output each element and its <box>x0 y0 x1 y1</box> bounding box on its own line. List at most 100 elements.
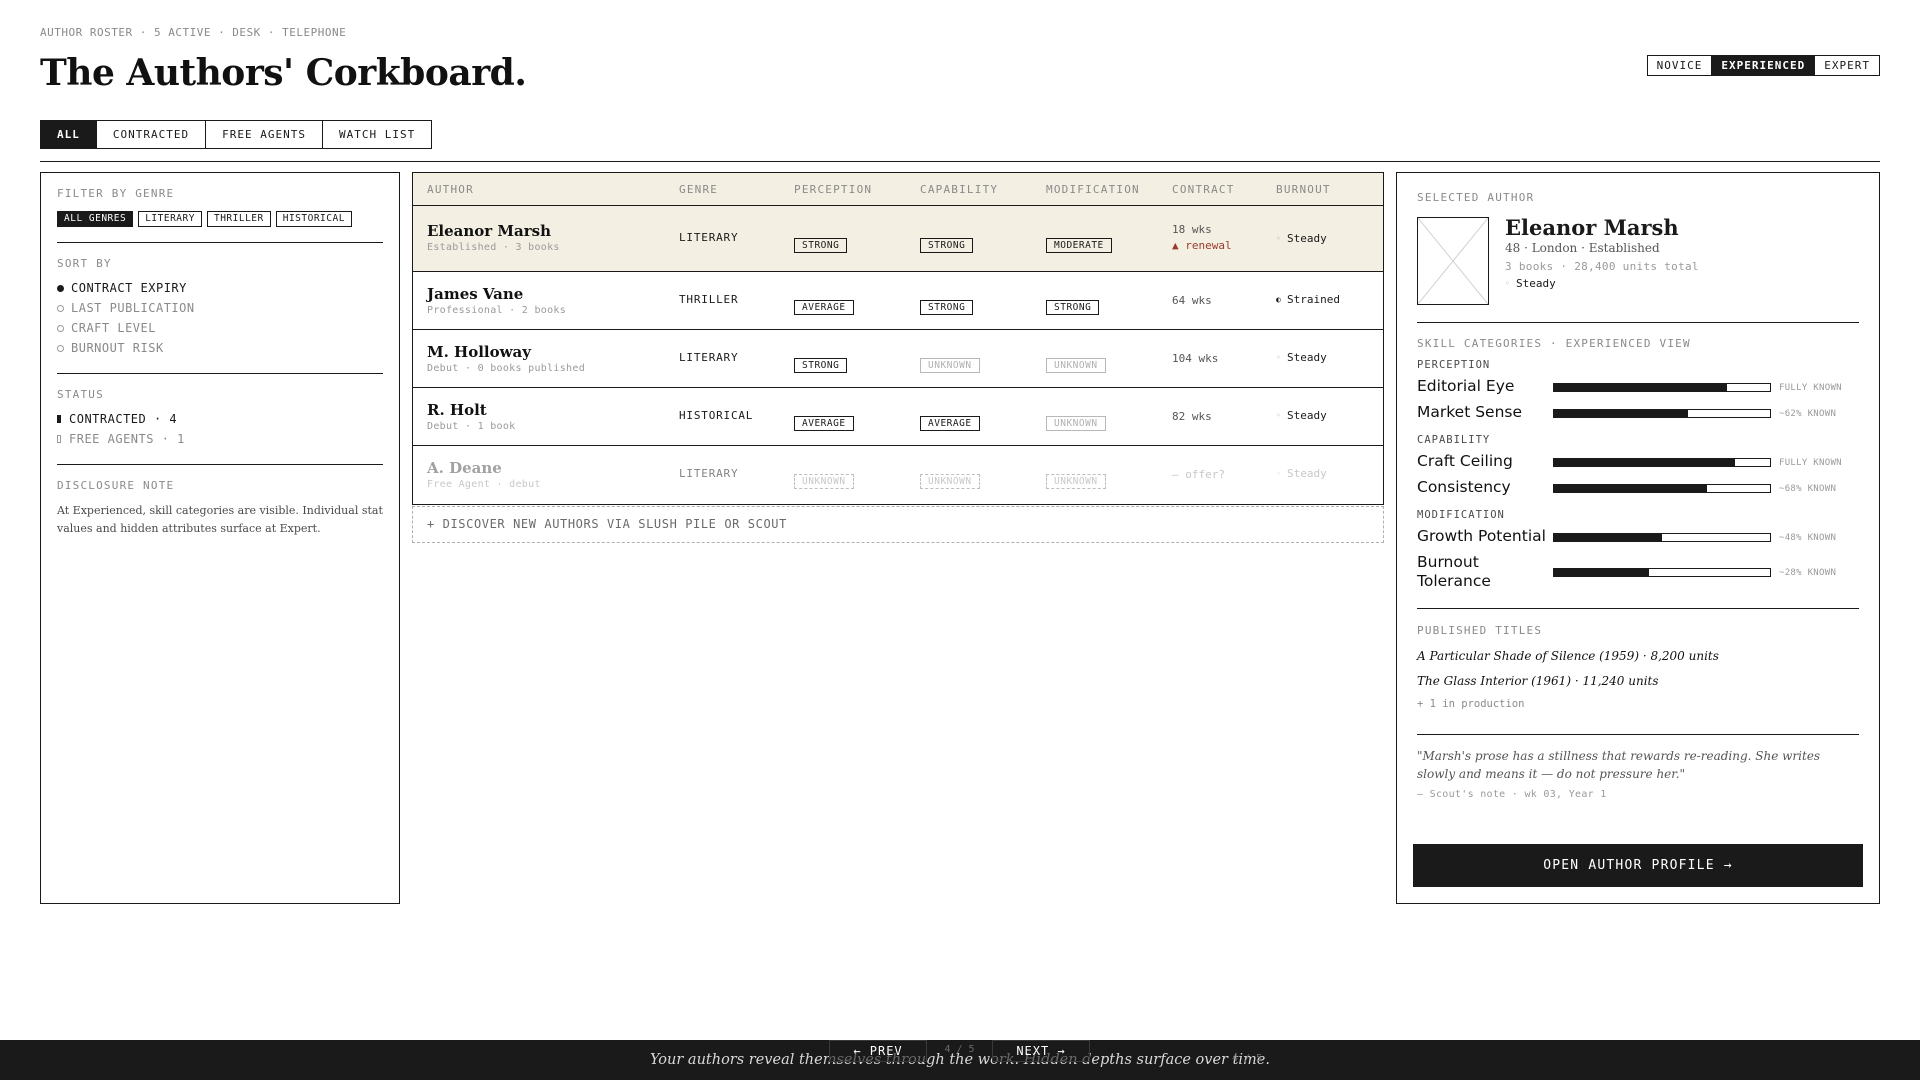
modification-badge: STRONG <box>1046 300 1100 315</box>
divider <box>1417 734 1859 735</box>
author-subtitle: Debut · 0 books published <box>427 363 586 374</box>
selected-author-label: SELECTED AUTHOR <box>1417 191 1535 204</box>
author-genre: LITERARY <box>679 231 739 244</box>
skill-bar <box>1553 458 1771 467</box>
radio-icon <box>57 344 64 352</box>
table-row[interactable]: Eleanor Marsh Established · 3 books LITE… <box>413 206 1383 272</box>
genre-chips: ALL GENRES LITERARY THRILLER HISTORICAL <box>57 211 383 227</box>
contract-offer[interactable]: — offer? <box>1172 467 1225 483</box>
steady-icon: ◦ <box>1276 410 1281 420</box>
sort-burnout-risk[interactable]: BURNOUT RISK <box>57 338 383 358</box>
genre-chip-thriller[interactable]: THRILLER <box>206 211 271 227</box>
skill-bar-fill <box>1554 534 1662 541</box>
status-free-agents[interactable]: FREE AGENTS · 1 <box>57 429 383 449</box>
table-row[interactable]: M. Holloway Debut · 0 books published LI… <box>413 330 1383 388</box>
divider <box>1417 608 1859 609</box>
capability-badge: UNKNOWN <box>920 474 980 489</box>
disclosure-note-label: DISCLOSURE NOTE <box>57 479 175 492</box>
sort-option-label: BURNOUT RISK <box>71 341 164 355</box>
author-genre: LITERARY <box>679 351 739 364</box>
tab-all[interactable]: ALL <box>41 121 97 148</box>
sort-option-label: CRAFT LEVEL <box>71 321 156 335</box>
perception-badge: AVERAGE <box>794 300 854 315</box>
radio-icon <box>57 304 64 312</box>
genre-chip-all[interactable]: ALL GENRES <box>57 211 134 227</box>
contract-weeks: 18 wks <box>1172 223 1212 236</box>
author-portrait-placeholder <box>1417 217 1489 305</box>
half-circle-icon: ◐ <box>1276 294 1281 304</box>
author-table: AUTHOR GENRE PERCEPTION CAPABILITY MODIF… <box>412 172 1384 505</box>
published-title[interactable]: The Glass Interior (1961) · 11,240 units <box>1417 674 1659 688</box>
skill-bar <box>1553 409 1771 418</box>
page-title: The Authors' Corkboard. <box>40 52 527 94</box>
modification-badge: UNKNOWN <box>1046 358 1106 373</box>
status-contracted-label: CONTRACTED · 4 <box>69 412 178 426</box>
col-contract[interactable]: CONTRACT <box>1172 173 1235 206</box>
filter-panel: FILTER BY GENRE ALL GENRES LITERARY THRI… <box>40 172 400 904</box>
contract-weeks: 82 wks <box>1172 410 1212 423</box>
skill-bar <box>1553 484 1771 493</box>
sort-option-label: LAST PUBLICATION <box>71 301 195 315</box>
level-novice[interactable]: NOVICE <box>1648 56 1713 75</box>
level-experienced[interactable]: EXPERIENCED <box>1712 56 1816 75</box>
status-free-label: FREE AGENTS · 1 <box>69 432 185 446</box>
category-capability: CAPABILITY <box>1417 434 1491 446</box>
discover-authors-button[interactable]: + DISCOVER NEW AUTHORS VIA SLUSH PILE OR… <box>412 506 1384 543</box>
col-modification[interactable]: MODIFICATION <box>1046 173 1140 206</box>
table-row[interactable]: A. Deane Free Agent · debut LITERARY UNK… <box>413 446 1383 504</box>
genre-chip-literary[interactable]: LITERARY <box>138 211 202 227</box>
open-author-profile-button[interactable]: OPEN AUTHOR PROFILE → <box>1413 844 1863 887</box>
next-button[interactable]: NEXT → <box>992 1040 1090 1062</box>
col-perception[interactable]: PERCEPTION <box>794 173 872 206</box>
table-row[interactable]: R. Holt Debut · 1 book HISTORICAL AVERAG… <box>413 388 1383 446</box>
perception-badge: UNKNOWN <box>794 474 854 489</box>
table-row[interactable]: James Vane Professional · 2 books THRILL… <box>413 272 1383 330</box>
contract-weeks: 64 wks <box>1172 294 1212 307</box>
skill-bar-fill <box>1554 410 1688 417</box>
author-genre: HISTORICAL <box>679 409 754 422</box>
breadcrumb: AUTHOR ROSTER · 5 ACTIVE · DESK · TELEPH… <box>40 26 347 39</box>
skill-bar <box>1553 568 1771 577</box>
skill-name: Craft Ceiling <box>1417 452 1513 470</box>
skill-name: Editorial Eye <box>1417 377 1515 395</box>
sort-craft-level[interactable]: CRAFT LEVEL <box>57 318 383 338</box>
burnout-status: Steady <box>1287 351 1327 364</box>
sort-contract-expiry[interactable]: CONTRACT EXPIRY <box>57 278 383 298</box>
burnout-status: Steady <box>1516 277 1556 290</box>
prev-button[interactable]: ← PREV <box>829 1040 927 1062</box>
modification-badge: UNKNOWN <box>1046 474 1106 489</box>
skill-known: ~62% KNOWN <box>1779 409 1837 419</box>
renewal-warning: ▲ renewal <box>1172 239 1232 252</box>
skill-name: Consistency <box>1417 478 1511 496</box>
sort-last-publication[interactable]: LAST PUBLICATION <box>57 298 383 318</box>
author-name: R. Holt <box>427 401 487 419</box>
tab-watch-list[interactable]: WATCH LIST <box>323 121 431 148</box>
tab-free-agents[interactable]: FREE AGENTS <box>206 121 323 148</box>
col-author[interactable]: AUTHOR <box>427 173 474 206</box>
footer-bar: Your authors reveal themselves through t… <box>0 1040 1920 1080</box>
perception-badge: STRONG <box>794 238 848 253</box>
status-contracted[interactable]: CONTRACTED · 4 <box>57 409 383 429</box>
filled-square-icon <box>57 415 61 423</box>
skill-bar-fill <box>1554 384 1727 391</box>
level-expert[interactable]: EXPERT <box>1815 56 1879 75</box>
skill-bar-fill <box>1554 485 1708 492</box>
steady-icon: ◦ <box>1505 278 1510 288</box>
perception-badge: STRONG <box>794 358 848 373</box>
col-capability[interactable]: CAPABILITY <box>920 173 998 206</box>
author-name: M. Holloway <box>427 343 531 361</box>
selected-author-panel: SELECTED AUTHOR Eleanor Marsh 48 · Londo… <box>1396 172 1880 904</box>
skill-bar-fill <box>1554 459 1736 466</box>
experience-level-toggle: NOVICE EXPERIENCED EXPERT <box>1646 55 1880 76</box>
sort-option-label: CONTRACT EXPIRY <box>71 281 187 295</box>
genre-chip-historical[interactable]: HISTORICAL <box>275 211 352 227</box>
published-title[interactable]: A Particular Shade of Silence (1959) · 8… <box>1417 649 1719 663</box>
col-genre[interactable]: GENRE <box>679 173 718 206</box>
selected-author-stats: 3 books · 28,400 units total <box>1505 260 1699 273</box>
quote-source: — Scout's note · wk 03, Year 1 <box>1417 789 1607 800</box>
col-burnout[interactable]: BURNOUT <box>1276 173 1331 206</box>
steady-icon: ◦ <box>1276 468 1281 478</box>
tab-contracted[interactable]: CONTRACTED <box>97 121 207 148</box>
genre-filter-label: FILTER BY GENRE <box>57 187 175 200</box>
burnout-status: Steady <box>1287 409 1327 422</box>
